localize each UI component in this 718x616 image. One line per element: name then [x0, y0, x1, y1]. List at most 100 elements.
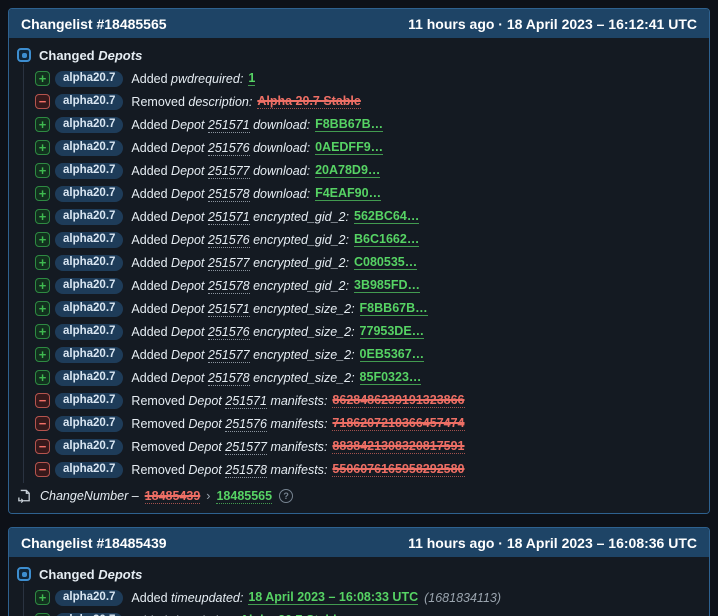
attribute-name: Depot 251578 encrypted_gid_2: [171, 279, 349, 293]
attribute-name: Depot 251578 manifests: [188, 463, 327, 477]
attribute-name: Depot 251571 manifests: [188, 394, 327, 408]
change-row: +alpha20.7Added Depot 251576 encrypted_g… [35, 228, 697, 251]
attribute-name: Depot 251577 download: [171, 164, 310, 178]
added-value[interactable]: 3B985FD… [354, 278, 420, 293]
added-value[interactable]: B6C1662… [354, 232, 419, 247]
added-icon: + [35, 278, 50, 293]
changelist-card: Changelist #18485439 11 hours ago · 18 A… [8, 527, 710, 616]
depot-name-badge[interactable]: alpha20.7 [55, 590, 123, 606]
change-row: +alpha20.7Added Depot 251571 encrypted_g… [35, 205, 697, 228]
depot-id-link[interactable]: 251578 [208, 371, 250, 386]
added-icon: + [35, 140, 50, 155]
removed-icon: − [35, 416, 50, 431]
depot-name-badge[interactable]: alpha20.7 [55, 232, 123, 248]
removed-value[interactable]: Alpha 20.7 Stable [257, 94, 361, 109]
depot-name-badge[interactable]: alpha20.7 [55, 370, 123, 386]
depot-id-link[interactable]: 251578 [208, 187, 250, 202]
change-verb: Added [131, 72, 171, 86]
change-row: −alpha20.7Removed description:Alpha 20.7… [35, 90, 697, 113]
added-icon: + [35, 232, 50, 247]
depot-name-badge[interactable]: alpha20.7 [55, 94, 123, 110]
depot-id-link[interactable]: 251571 [208, 302, 250, 317]
depot-id-link[interactable]: 251576 [225, 417, 267, 432]
depot-name-badge[interactable]: alpha20.7 [55, 140, 123, 156]
removed-value[interactable]: 8838421308320817591 [332, 439, 464, 454]
attribute-name: Depot 251578 encrypted_size_2: [171, 371, 355, 385]
depot-name-badge[interactable]: alpha20.7 [55, 301, 123, 317]
depot-name-badge[interactable]: alpha20.7 [55, 324, 123, 340]
change-verb: Removed [131, 394, 188, 408]
depot-name-badge[interactable]: alpha20.7 [55, 416, 123, 432]
changenumber-icon [17, 489, 32, 504]
changelist-body: Changed Depots +alpha20.7Added pwdrequir… [9, 38, 709, 513]
added-value[interactable]: 0EB5367… [360, 347, 425, 362]
added-value[interactable]: F8BB67B… [315, 117, 383, 132]
change-verb: Added [131, 210, 171, 224]
depot-name-badge[interactable]: alpha20.7 [55, 439, 123, 455]
depot-name-badge[interactable]: alpha20.7 [55, 186, 123, 202]
changenumber-new[interactable]: 18485565 [216, 489, 272, 504]
added-value[interactable]: 1 [248, 71, 255, 86]
change-row: +alpha20.7Added pwdrequired:1 [35, 67, 697, 90]
change-row: +alpha20.7Added Depot 251578 encrypted_g… [35, 274, 697, 297]
added-value[interactable]: F8BB67B… [360, 301, 428, 316]
changenumber-old[interactable]: 18485439 [145, 489, 201, 504]
change-verb: Removed [131, 95, 188, 109]
added-icon: + [35, 324, 50, 339]
depot-name-badge[interactable]: alpha20.7 [55, 117, 123, 133]
depot-id-link[interactable]: 251577 [208, 256, 250, 271]
depot-id-link[interactable]: 251571 [225, 394, 267, 409]
depot-name-badge[interactable]: alpha20.7 [55, 347, 123, 363]
added-value[interactable]: 20A78D9… [315, 163, 380, 178]
attribute-name: Depot 251576 encrypted_size_2: [171, 325, 355, 339]
added-value[interactable]: C080535… [354, 255, 417, 270]
depot-id-link[interactable]: 251578 [208, 279, 250, 294]
change-row: +alpha20.7Added Depot 251578 encrypted_s… [35, 366, 697, 389]
added-value[interactable]: F4EAF90… [315, 186, 381, 201]
added-value[interactable]: 0AEDFF9… [315, 140, 383, 155]
removed-value[interactable]: 7186207210366457474 [332, 416, 464, 431]
depot-id-link[interactable]: 251576 [208, 141, 250, 156]
changenumber-row: ChangeNumber – 18485439 › 18485565 ? [17, 486, 697, 506]
depot-id-link[interactable]: 251577 [208, 164, 250, 179]
added-icon: + [35, 71, 50, 86]
value-note: (1681834113) [424, 591, 501, 605]
change-verb: Removed [131, 440, 188, 454]
depot-name-badge[interactable]: alpha20.7 [55, 71, 123, 87]
depot-name-badge[interactable]: alpha20.7 [55, 278, 123, 294]
added-value[interactable]: 85F0323… [360, 370, 422, 385]
added-value[interactable]: 77953DE… [360, 324, 425, 339]
change-verb: Removed [131, 463, 188, 477]
change-verb: Added [131, 325, 171, 339]
depot-name-badge[interactable]: alpha20.7 [55, 393, 123, 409]
depot-name-badge[interactable]: alpha20.7 [55, 613, 123, 616]
added-value[interactable]: 562BC64… [354, 209, 419, 224]
change-verb: Removed [131, 417, 188, 431]
change-verb: Added [131, 233, 171, 247]
depot-name-badge[interactable]: alpha20.7 [55, 163, 123, 179]
help-icon[interactable]: ? [279, 489, 293, 503]
depot-id-link[interactable]: 251571 [208, 210, 250, 225]
removed-icon: − [35, 94, 50, 109]
depot-id-link[interactable]: 251577 [225, 440, 267, 455]
depot-name-badge[interactable]: alpha20.7 [55, 462, 123, 478]
added-value[interactable]: 18 April 2023 – 16:08:33 UTC [248, 590, 418, 605]
change-row: +alpha20.7Added Depot 251578 download:F4… [35, 182, 697, 205]
depot-id-link[interactable]: 251578 [225, 463, 267, 478]
added-icon: + [35, 590, 50, 605]
removed-icon: − [35, 393, 50, 408]
depot-name-badge[interactable]: alpha20.7 [55, 255, 123, 271]
change-row: +alpha20.7Added description:Alpha 20.7 S… [35, 609, 697, 616]
change-row: +alpha20.7Added Depot 251577 encrypted_g… [35, 251, 697, 274]
depot-id-link[interactable]: 251577 [208, 348, 250, 363]
changenumber-separator: › [206, 489, 210, 503]
changed-depots-section: Changed Depots [17, 46, 697, 64]
depot-id-link[interactable]: 251576 [208, 233, 250, 248]
removed-value[interactable]: 8628486239191323866 [332, 393, 464, 408]
depot-name-badge[interactable]: alpha20.7 [55, 209, 123, 225]
added-icon: + [35, 370, 50, 385]
depot-id-link[interactable]: 251576 [208, 325, 250, 340]
depot-id-link[interactable]: 251571 [208, 118, 250, 133]
change-row: +alpha20.7Added timeupdated:18 April 202… [35, 586, 697, 609]
removed-value[interactable]: 5506076165958292580 [332, 462, 464, 477]
